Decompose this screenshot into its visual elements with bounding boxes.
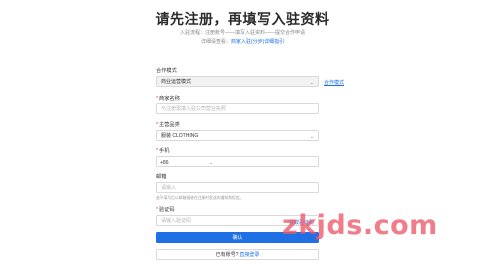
- phone-label: *手机: [156, 148, 170, 154]
- required-mark: *: [156, 96, 159, 102]
- watermark: zkjds.com: [282, 210, 438, 241]
- login-row: 已有账号? 直接登录: [156, 249, 319, 260]
- phone-input[interactable]: +86 ⌄: [156, 156, 319, 167]
- verify-code-placeholder: 请输入验证码: [161, 218, 192, 224]
- cooperation-mode-value: 商业运营模式: [161, 79, 192, 85]
- required-mark: *: [156, 207, 159, 213]
- main-brand-value: 服装 CLOTHING: [161, 133, 199, 139]
- shop-name-input[interactable]: 与注册需填入驻公司营业执照: [156, 103, 319, 114]
- page-title: 请先注册，再填写入驻资料: [155, 12, 330, 28]
- cooperation-mode-link[interactable]: 合作模式: [324, 79, 344, 86]
- cooperation-mode-label: 合作模式: [156, 68, 177, 74]
- registration-steps: 入驻流程：注册账号——填写入驻资料——提交合作申请: [179, 30, 305, 36]
- chevron-down-icon: ⌄: [309, 133, 314, 140]
- cooperation-mode-select[interactable]: 商业运营模式 ⌄: [156, 76, 319, 87]
- main-brand-label: *主营品类: [156, 122, 180, 128]
- shop-name-placeholder: 与注册需填入驻公司营业执照: [161, 106, 227, 112]
- country-code-select[interactable]: +86: [160, 160, 168, 166]
- email-hint: 选不填写后以邮箱接收在注册时发送的通知和短信。: [156, 196, 244, 200]
- email-label: 邮箱: [156, 174, 167, 180]
- email-input[interactable]: 请输入: [156, 182, 319, 193]
- main-brand-select[interactable]: 服装 CLOTHING ⌄: [156, 130, 319, 141]
- guide-line: 详细请查看：商家入驻(分步)详细指引: [0, 38, 485, 45]
- chevron-down-icon: ⌄: [209, 159, 214, 166]
- required-mark: *: [156, 148, 159, 154]
- shop-name-label: *商家名称: [156, 96, 180, 102]
- chevron-down-icon: ⌄: [309, 79, 314, 86]
- required-mark: *: [156, 122, 159, 128]
- guide-prefix: 详细请查看：: [200, 39, 231, 45]
- email-placeholder: 请输入: [161, 185, 177, 191]
- login-link[interactable]: 直接登录: [239, 251, 259, 258]
- login-prompt: 已有账号?: [215, 252, 239, 258]
- guide-link[interactable]: 商家入驻(分步)详细指引: [231, 39, 284, 45]
- verify-code-label: *验证码: [156, 207, 175, 213]
